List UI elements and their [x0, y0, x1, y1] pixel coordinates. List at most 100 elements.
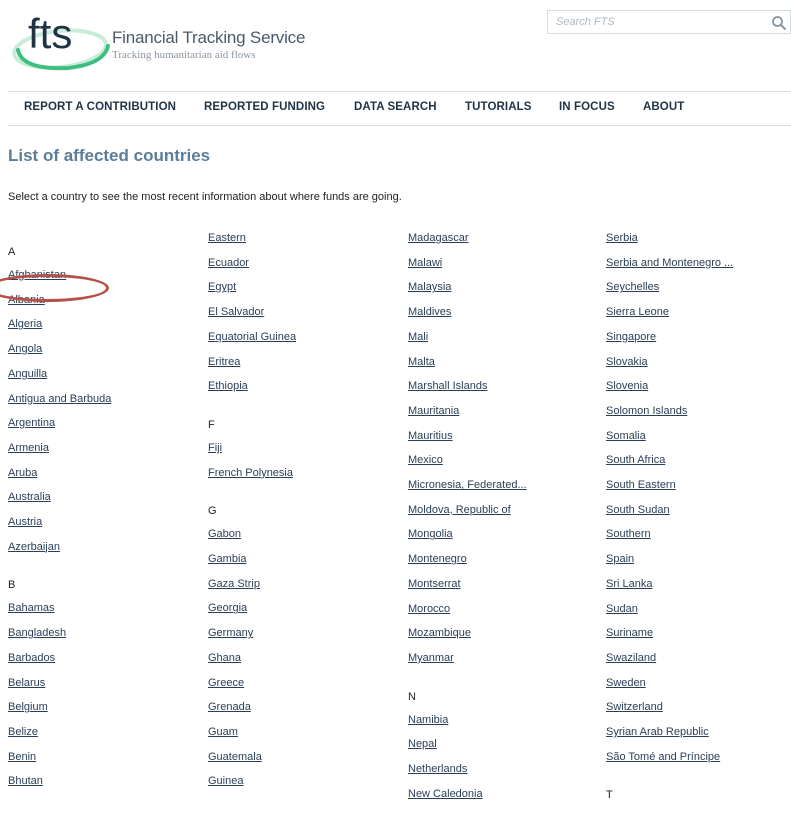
country-link-singapore[interactable]: Singapore — [606, 331, 656, 343]
country-link-syrian-arab-republic[interactable]: Syrian Arab Republic — [606, 726, 709, 738]
country-link-austria[interactable]: Austria — [8, 516, 42, 528]
country-link-mali[interactable]: Mali — [408, 331, 428, 343]
country-link-malta[interactable]: Malta — [408, 356, 435, 368]
country-link-mexico[interactable]: Mexico — [408, 454, 443, 466]
country-link-argentina[interactable]: Argentina — [8, 417, 55, 429]
country-link-namibia[interactable]: Namibia — [408, 714, 448, 726]
nav-reported-funding[interactable]: REPORTED FUNDING — [204, 101, 325, 113]
country-link-greece[interactable]: Greece — [208, 677, 244, 689]
country-link-gaza-strip[interactable]: Gaza Strip — [208, 578, 260, 590]
country-link-sao-tome-and-principe[interactable]: São Tomé and Príncipe — [606, 751, 720, 763]
country-link-south-eastern[interactable]: South Eastern — [606, 479, 676, 491]
country-link-eastern[interactable]: Eastern — [208, 232, 246, 244]
country-link-netherlands[interactable]: Netherlands — [408, 763, 467, 775]
country-link-new-caledonia[interactable]: New Caledonia — [408, 788, 483, 800]
country-link-guatemala[interactable]: Guatemala — [208, 751, 262, 763]
nav-data-search[interactable]: DATA SEARCH — [354, 101, 437, 113]
country-link-southern[interactable]: Southern — [606, 528, 651, 540]
nav-tutorials[interactable]: TUTORIALS — [465, 101, 532, 113]
country-link-gambia[interactable]: Gambia — [208, 553, 247, 565]
country-link-micronesia-federated[interactable]: Micronesia, Federated... — [408, 479, 527, 491]
country-link-switzerland[interactable]: Switzerland — [606, 701, 663, 713]
country-link-nepal[interactable]: Nepal — [408, 738, 437, 750]
country-link-madagascar[interactable]: Madagascar — [408, 232, 469, 244]
country-link-belarus[interactable]: Belarus — [8, 677, 45, 689]
country-link-sierra-leone[interactable]: Sierra Leone — [606, 306, 669, 318]
country-link-montserrat[interactable]: Montserrat — [408, 578, 461, 590]
country-link-algeria[interactable]: Algeria — [8, 318, 42, 330]
search-box — [547, 10, 791, 34]
search-icon[interactable] — [770, 14, 788, 32]
country-link-spain[interactable]: Spain — [606, 553, 634, 565]
country-link-solomon-islands[interactable]: Solomon Islands — [606, 405, 687, 417]
country-link-australia[interactable]: Australia — [8, 491, 51, 503]
site-header: fts Financial Tracking Service Tracking … — [0, 0, 791, 90]
country-link-afghanistan[interactable]: Afghanistan — [8, 269, 66, 281]
country-link-myanmar[interactable]: Myanmar — [408, 652, 454, 664]
country-link-french-polynesia[interactable]: French Polynesia — [208, 467, 293, 479]
country-link-gabon[interactable]: Gabon — [208, 528, 241, 540]
country-link-belgium[interactable]: Belgium — [8, 701, 48, 713]
country-link-mozambique[interactable]: Mozambique — [408, 627, 471, 639]
country-link-guinea[interactable]: Guinea — [208, 775, 243, 787]
country-link-georgia[interactable]: Georgia — [208, 602, 247, 614]
country-link-morocco[interactable]: Morocco — [408, 603, 450, 615]
letter-heading-f: F — [208, 418, 215, 431]
nav-report-a-contribution[interactable]: REPORT A CONTRIBUTION — [24, 101, 176, 113]
country-link-south-africa[interactable]: South Africa — [606, 454, 665, 466]
country-link-sudan[interactable]: Sudan — [606, 603, 638, 615]
country-link-equatorial-guinea[interactable]: Equatorial Guinea — [208, 331, 296, 343]
country-link-antigua-and-barbuda[interactable]: Antigua and Barbuda — [8, 393, 111, 405]
country-link-ghana[interactable]: Ghana — [208, 652, 241, 664]
country-link-egypt[interactable]: Egypt — [208, 281, 236, 293]
country-link-barbados[interactable]: Barbados — [8, 652, 55, 664]
fts-logo[interactable]: fts — [8, 6, 112, 72]
country-link-bhutan[interactable]: Bhutan — [8, 775, 43, 787]
country-link-mauritania[interactable]: Mauritania — [408, 405, 459, 417]
country-link-moldova-republic-of[interactable]: Moldova, Republic of — [408, 504, 511, 516]
country-link-fiji[interactable]: Fiji — [208, 442, 222, 454]
country-link-marshall-islands[interactable]: Marshall Islands — [408, 380, 487, 392]
country-link-mauritius[interactable]: Mauritius — [408, 430, 453, 442]
country-link-somalia[interactable]: Somalia — [606, 430, 646, 442]
country-link-grenada[interactable]: Grenada — [208, 701, 251, 713]
country-link-serbia-and-montenegro[interactable]: Serbia and Montenegro ... — [606, 257, 733, 269]
country-link-malawi[interactable]: Malawi — [408, 257, 442, 269]
country-link-bangladesh[interactable]: Bangladesh — [8, 627, 66, 639]
country-link-ethiopia[interactable]: Ethiopia — [208, 380, 248, 392]
country-link-anguilla[interactable]: Anguilla — [8, 368, 47, 380]
country-link-seychelles[interactable]: Seychelles — [606, 281, 659, 293]
country-link-maldives[interactable]: Maldives — [408, 306, 451, 318]
nav-about[interactable]: ABOUT — [643, 101, 684, 113]
country-link-mongolia[interactable]: Mongolia — [408, 528, 453, 540]
country-link-benin[interactable]: Benin — [8, 751, 36, 763]
country-link-angola[interactable]: Angola — [8, 343, 42, 355]
country-link-sri-lanka[interactable]: Sri Lanka — [606, 578, 652, 590]
search-input[interactable] — [548, 11, 774, 33]
site-name: Financial Tracking Service — [112, 28, 306, 47]
country-link-el-salvador[interactable]: El Salvador — [208, 306, 264, 318]
country-link-eritrea[interactable]: Eritrea — [208, 356, 240, 368]
country-link-azerbaijan[interactable]: Azerbaijan — [8, 541, 60, 553]
country-link-montenegro[interactable]: Montenegro — [408, 553, 467, 565]
country-link-swaziland[interactable]: Swaziland — [606, 652, 656, 664]
main-nav: REPORT A CONTRIBUTION REPORTED FUNDING D… — [8, 91, 791, 126]
country-link-serbia[interactable]: Serbia — [606, 232, 638, 244]
country-link-germany[interactable]: Germany — [208, 627, 253, 639]
country-link-ecuador[interactable]: Ecuador — [208, 257, 249, 269]
country-link-armenia[interactable]: Armenia — [8, 442, 49, 454]
nav-in-focus[interactable]: IN FOCUS — [559, 101, 615, 113]
country-link-bahamas[interactable]: Bahamas — [8, 602, 54, 614]
country-link-belize[interactable]: Belize — [8, 726, 38, 738]
country-link-guam[interactable]: Guam — [208, 726, 238, 738]
country-link-sweden[interactable]: Sweden — [606, 677, 646, 689]
country-link-albania[interactable]: Albania — [8, 294, 45, 306]
country-link-malaysia[interactable]: Malaysia — [408, 281, 451, 293]
intro-text: Select a country to see the most recent … — [8, 191, 402, 203]
country-link-suriname[interactable]: Suriname — [606, 627, 653, 639]
letter-heading-a: A — [8, 246, 16, 258]
country-link-slovakia[interactable]: Slovakia — [606, 356, 648, 368]
country-link-aruba[interactable]: Aruba — [8, 467, 37, 479]
country-link-slovenia[interactable]: Slovenia — [606, 380, 648, 392]
country-link-south-sudan[interactable]: South Sudan — [606, 504, 670, 516]
